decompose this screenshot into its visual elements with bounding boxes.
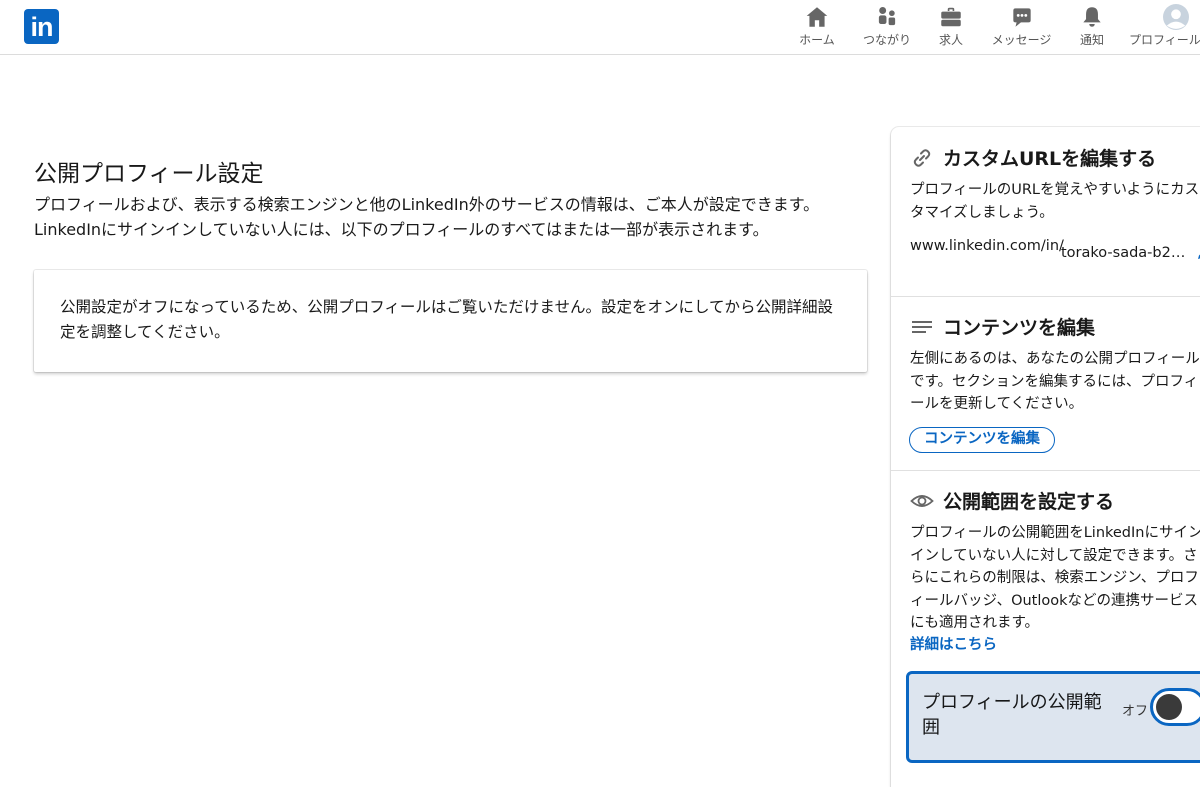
toggle-label: プロフィールの公開範囲 <box>922 692 1102 738</box>
nav-network[interactable]: つながり <box>861 4 913 52</box>
avatar <box>1163 4 1189 30</box>
nav-notifications-label: 通知 <box>1079 33 1104 47</box>
list-icon <box>912 320 932 333</box>
page-title: 公開プロフィール設定 <box>34 161 264 187</box>
nav-home-label: ホーム <box>799 33 835 47</box>
nav-jobs[interactable]: 求人 <box>936 4 966 52</box>
nav-profile[interactable]: プロフィール <box>1129 4 1200 52</box>
linkedin-logo[interactable]: in <box>24 9 59 44</box>
toggle-state-text: オフ <box>1122 704 1149 719</box>
url-slug: torako-sada-b2… <box>1061 245 1186 261</box>
url-prefix: www.linkedin.com/in/ <box>910 238 1064 254</box>
nav-jobs-label: 求人 <box>938 33 963 47</box>
page-description: プロフィールおよび、表示する検索エンジンと他のLinkedIn外のサービスの情報… <box>34 195 820 239</box>
custom-url-title: カスタムURLを編集する <box>943 148 1157 170</box>
nav-profile-label: プロフィール <box>1129 33 1200 47</box>
toggle-knob <box>1156 694 1182 720</box>
pencil-icon[interactable] <box>1196 247 1200 261</box>
custom-url-header: カスタムURLを編集する <box>910 144 1156 171</box>
edit-content-title: コンテンツを編集 <box>943 317 1096 339</box>
profile-visibility-toggle[interactable] <box>1150 688 1200 726</box>
learn-more-link[interactable]: 詳細はこちら <box>910 633 997 654</box>
link-icon <box>913 148 931 167</box>
settings-sidebar: カスタムURLを編集する プロフィールのURLを覚えやすいようにカスタマイズしま… <box>891 127 1200 787</box>
nav-messaging[interactable]: メッセージ <box>989 4 1054 52</box>
edit-content-section: コンテンツを編集 左側にあるのは、あなたの公開プロフィールです。セクションを編集… <box>891 296 1200 470</box>
edit-content-button[interactable]: コンテンツを編集 <box>909 427 1055 453</box>
custom-url-description: プロフィールのURLを覚えやすいようにカスタマイズしましょう。 <box>910 182 1200 221</box>
bell-icon <box>1083 7 1101 27</box>
nav-home[interactable]: ホーム <box>797 4 837 52</box>
top-nav: in ホーム つながり 求人 メッセージ 通知 プロフィール <box>0 0 1200 55</box>
nav-messaging-label: メッセージ <box>991 33 1052 47</box>
public-profile-notice-card: 公開設定がオフになっているため、公開プロフィールはご覧いただけません。設定をオン… <box>34 270 867 372</box>
nav-network-label: つながり <box>862 33 911 47</box>
people-icon <box>878 7 896 26</box>
visibility-description: プロフィールの公開範囲をLinkedInにサインインしていない人に対して設定でき… <box>910 525 1200 631</box>
visibility-title: 公開範囲を設定する <box>943 491 1115 513</box>
edit-content-header: コンテンツを編集 <box>910 313 1095 340</box>
chat-icon <box>1012 8 1031 27</box>
visibility-section: 公開範囲を設定する プロフィールの公開範囲をLinkedInにサインインしていな… <box>891 470 1200 787</box>
profile-visibility-toggle-row: プロフィールの公開範囲 オフ <box>906 671 1200 763</box>
eye-icon <box>910 494 934 507</box>
nav-notifications[interactable]: 通知 <box>1077 4 1107 52</box>
briefcase-icon <box>941 7 961 27</box>
edit-content-description: 左側にあるのは、あなたの公開プロフィールです。セクションを編集するには、プロフィ… <box>910 351 1200 412</box>
visibility-header: 公開範囲を設定する <box>910 487 1114 514</box>
custom-url-section: カスタムURLを編集する プロフィールのURLを覚えやすいようにカスタマイズしま… <box>891 127 1200 296</box>
home-icon <box>806 7 828 27</box>
notice-text: 公開設定がオフになっているため、公開プロフィールはご覧いただけません。設定をオン… <box>60 298 833 341</box>
